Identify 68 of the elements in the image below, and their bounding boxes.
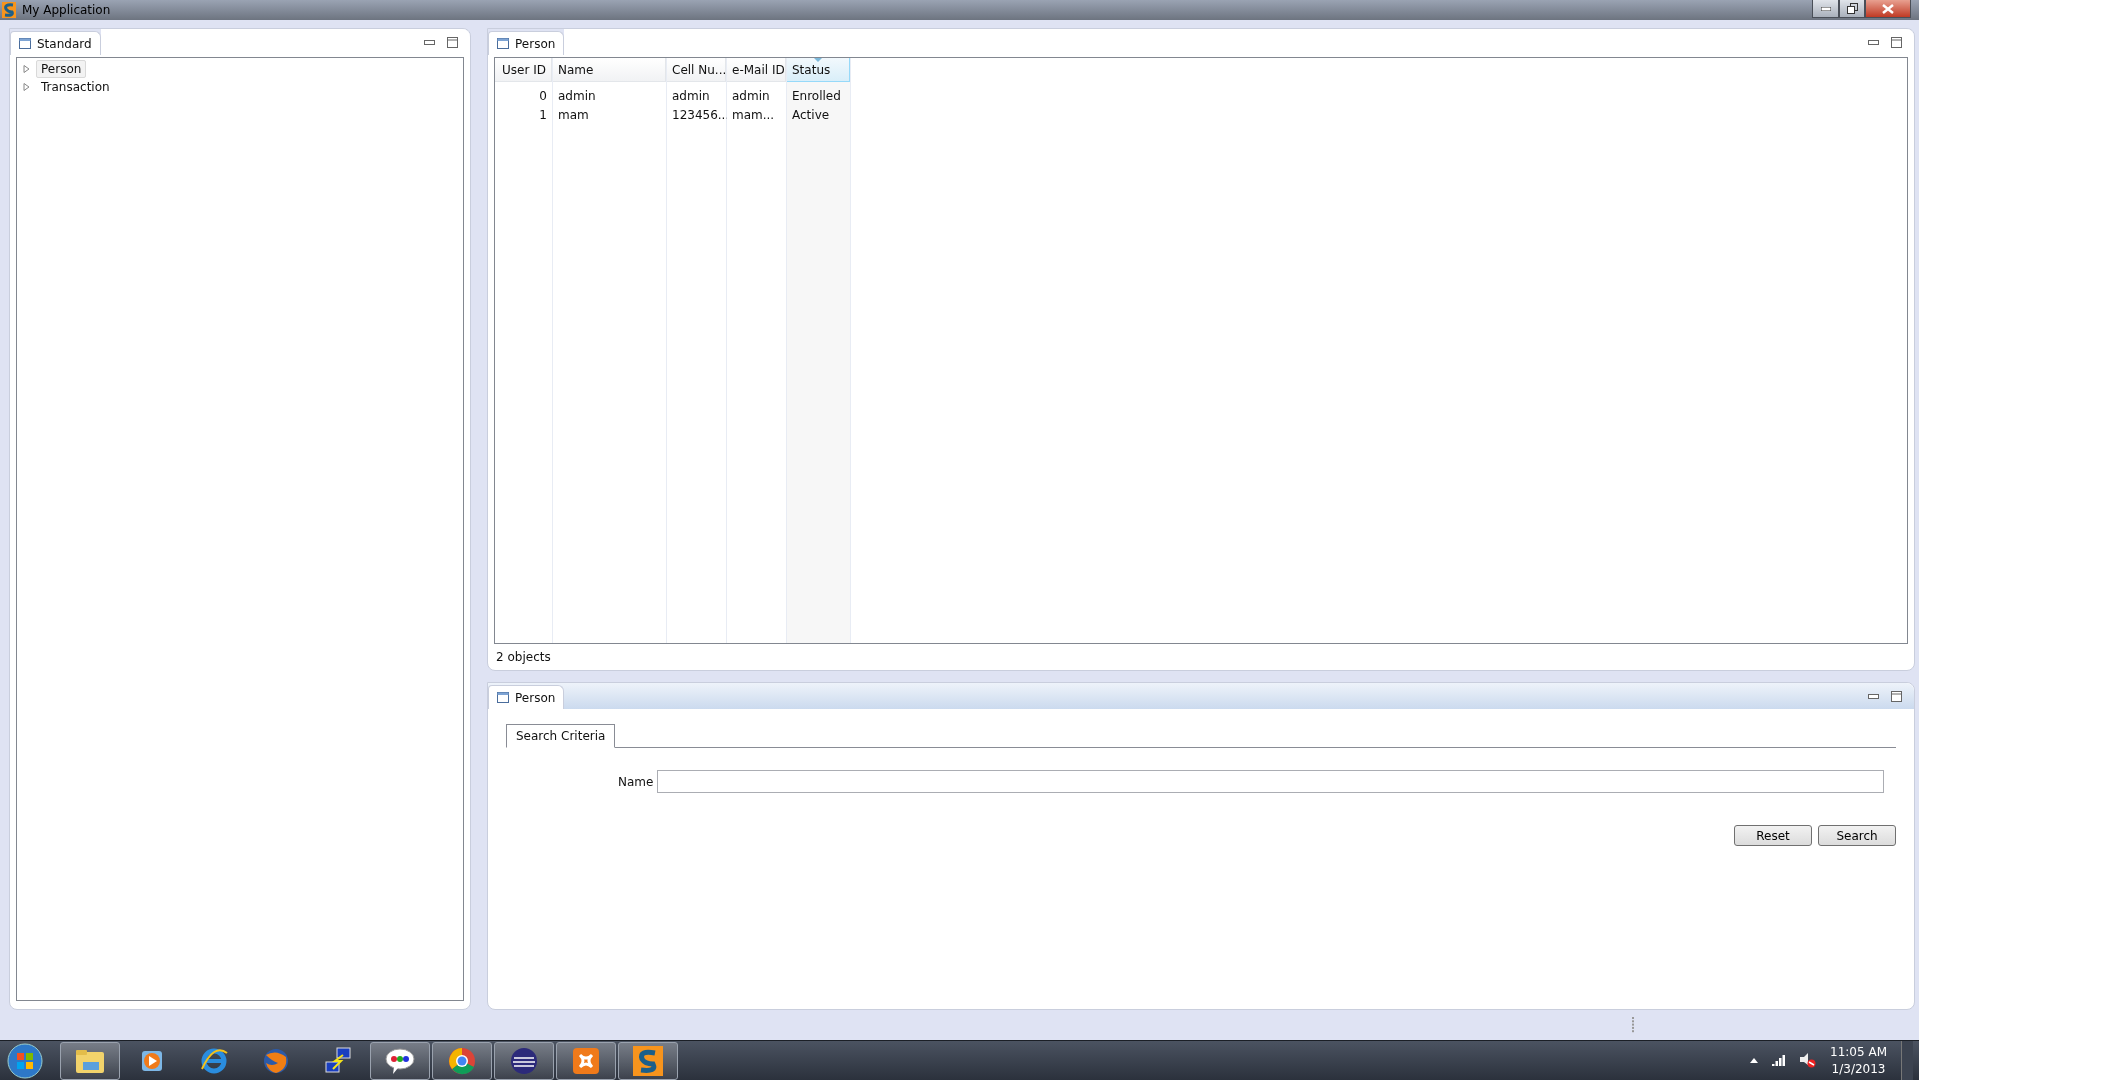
speech-bubble-icon [384, 1046, 416, 1075]
e-logo-icon [200, 1046, 228, 1075]
table-cell-text: Active [791, 106, 831, 124]
window-icon [19, 38, 31, 49]
close-button[interactable] [1865, 0, 1911, 18]
globe-icon [262, 1046, 290, 1075]
column-header[interactable]: e-Mail ID [727, 58, 786, 82]
network-icon [323, 1046, 353, 1075]
muted-speaker-icon[interactable] [1800, 1053, 1817, 1068]
sort-arrow-icon [814, 58, 822, 62]
tree-item[interactable]: Person [36, 60, 87, 78]
taskbar-app-button[interactable] [370, 1041, 430, 1080]
tray-arrow-icon[interactable] [1750, 1058, 1759, 1063]
window-icon [497, 38, 509, 49]
maximize-icon[interactable] [1891, 36, 1902, 48]
chrome-icon [448, 1046, 476, 1075]
column-header[interactable]: Status [787, 58, 850, 82]
show-desktop-button[interactable] [1901, 1040, 1913, 1080]
sphere-icon [510, 1046, 538, 1075]
column-header[interactable]: Cell Nu... [667, 58, 726, 82]
table-cell-text: 123456... [671, 106, 726, 124]
object-count: 2 objects [496, 650, 551, 664]
window-icon [497, 692, 509, 703]
table-cell-text: admin [731, 87, 771, 105]
table-cell-text: mam... [731, 106, 776, 124]
close-icon [1882, 3, 1894, 14]
minimize-icon [1820, 6, 1831, 11]
taskbar-app-button[interactable] [556, 1041, 616, 1080]
table-cell-text: 0 [538, 87, 548, 105]
table-cell-text: mam [557, 106, 590, 124]
app-logo-icon [2, 2, 16, 18]
maximize-icon[interactable] [447, 36, 458, 48]
taskbar-app-button[interactable] [494, 1041, 554, 1080]
table-cell-text: Enrolled [791, 87, 842, 105]
minimize-button[interactable] [1812, 0, 1839, 18]
taskbar-app-button[interactable] [60, 1041, 120, 1080]
grip-icon [1632, 1017, 1635, 1033]
criteria-tab[interactable]: Search Criteria [506, 724, 616, 748]
minimize-icon[interactable] [424, 39, 435, 45]
search-button[interactable]: Search [1818, 825, 1896, 846]
table-cell-text: admin [671, 87, 711, 105]
column-header[interactable]: User ID [495, 58, 552, 82]
x-logo-icon [572, 1046, 600, 1075]
column-header[interactable]: Name [553, 58, 666, 82]
taskbar-app-button[interactable] [432, 1041, 492, 1080]
table-cell-text: admin [557, 87, 597, 105]
restore-icon [1846, 3, 1858, 14]
maximize-icon[interactable] [1891, 690, 1902, 702]
reset-button[interactable]: Reset [1734, 825, 1812, 846]
minimize-icon[interactable] [1868, 39, 1879, 45]
start-button-icon[interactable] [6, 1041, 44, 1080]
minimize-icon[interactable] [1868, 693, 1879, 699]
panel-tab[interactable]: Standard [10, 31, 101, 55]
folder-icon [75, 1047, 105, 1074]
field-label: Name [618, 774, 654, 789]
signal-icon[interactable] [1772, 1055, 1787, 1066]
restore-button[interactable] [1839, 0, 1865, 18]
clock[interactable]: 11:05 AM 1/3/2013 [1830, 1043, 1887, 1078]
expand-icon[interactable] [23, 83, 30, 91]
name-input-field[interactable] [657, 770, 1884, 793]
s-logo-icon [633, 1045, 663, 1076]
panel-tab[interactable]: Person [488, 685, 565, 709]
window-title: My Application [22, 3, 112, 17]
taskbar-app-button[interactable] [618, 1041, 678, 1080]
table-cell-text: 1 [538, 106, 548, 124]
expand-icon[interactable] [23, 65, 30, 73]
panel-tab[interactable]: Person [488, 31, 565, 55]
tree-item[interactable]: Transaction [36, 78, 115, 96]
